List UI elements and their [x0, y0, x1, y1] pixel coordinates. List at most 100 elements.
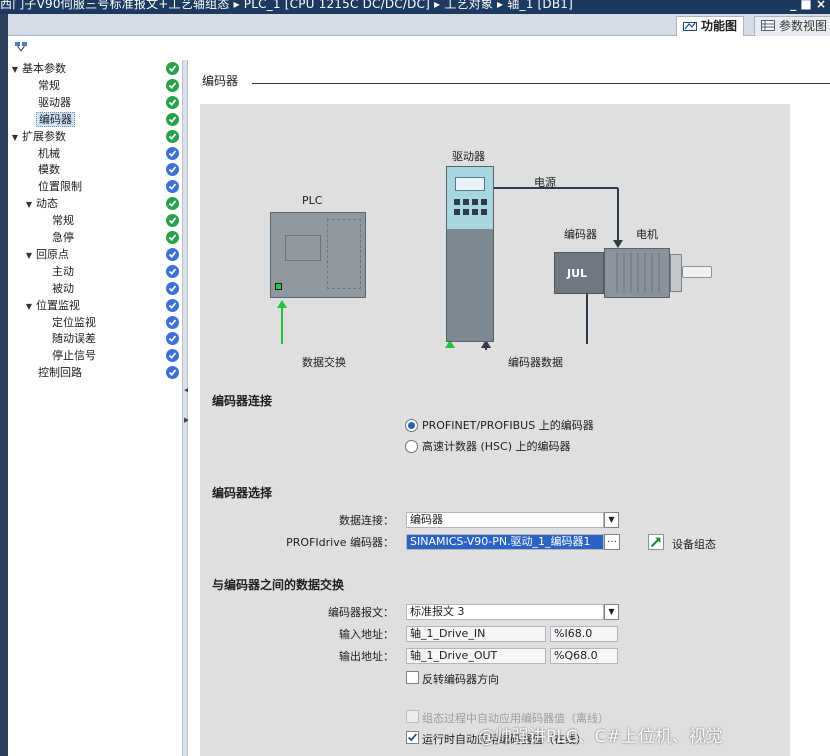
nav-item[interactable]: 随动误差: [8, 330, 182, 347]
radio-button[interactable]: [405, 418, 418, 432]
window-controls[interactable]: _ ■ ×: [790, 0, 826, 11]
telegram-select[interactable]: 标准报文 3: [406, 604, 604, 620]
status-ok-icon: [166, 62, 179, 75]
reverse-encoder-checkbox[interactable]: [406, 671, 419, 684]
status-info-icon: [166, 332, 179, 346]
expand-arrow-icon[interactable]: ▼: [10, 61, 20, 78]
device-config-link[interactable]: 设备组态: [672, 536, 716, 552]
auto-apply-online-checkbox[interactable]: [406, 731, 419, 744]
nav-item[interactable]: ▼ 基本参数: [8, 60, 182, 77]
nav-item[interactable]: ▼ 动态: [8, 195, 182, 212]
nav-item[interactable]: ▼ 位置监视: [8, 297, 182, 314]
nav-item[interactable]: 编码器: [8, 111, 182, 128]
nav-item[interactable]: ▼ 回原点: [8, 246, 182, 263]
nav-item[interactable]: 驱动器: [8, 94, 182, 111]
nav-item-label: 模数: [38, 163, 60, 177]
profidrive-encoder-field[interactable]: SINAMICS-V90-PN.驱动_1_编码器1: [406, 534, 604, 550]
output-tag-field: 轴_1_Drive_OUT: [406, 648, 546, 664]
input-address-label: 输入地址：: [339, 628, 394, 641]
status-ok-icon: [166, 95, 179, 109]
nav-item-label: 编码器: [36, 111, 75, 127]
nav-item-label: 驱动器: [38, 95, 71, 109]
encoder-data-label: 编码器数据: [508, 356, 563, 369]
radio-hsc-encoder[interactable]: 高速计数器 (HSC) 上的编码器: [405, 438, 571, 454]
tab-function-view[interactable]: 功能图: [676, 16, 745, 36]
motor-label: 电机: [636, 228, 658, 241]
tab-parameter-view-label: 参数视图: [779, 19, 828, 33]
status-info-icon: [166, 146, 179, 160]
power-label: 电源: [534, 176, 556, 189]
chevron-down-icon[interactable]: ▼: [604, 604, 619, 620]
status-info-icon: [166, 180, 179, 194]
status-info-icon: [166, 315, 179, 329]
navigation-panel: ▼ 基本参数 常规 驱动器 编码器 ▼ 扩展参数 机械 模数 位置限制 ▼ 动态 常规 急停 ▼ 回原点 主动被…: [8, 36, 182, 756]
input-tag-field: 轴_1_Drive_IN: [406, 626, 546, 642]
expand-arrow-icon[interactable]: ▼: [24, 298, 34, 315]
nav-item[interactable]: 模数: [8, 161, 182, 178]
status-ok-icon: [166, 214, 179, 228]
nav-item-label: 控制回路: [38, 366, 82, 380]
nav-item[interactable]: 机械: [8, 145, 182, 162]
status-info-icon: [166, 349, 179, 363]
nav-item[interactable]: 控制回路: [8, 364, 182, 381]
chevron-down-icon[interactable]: ▼: [604, 512, 619, 528]
expand-arrow-icon[interactable]: ▼: [10, 129, 20, 146]
arrow-link-icon: [650, 537, 661, 548]
motor-image: [604, 248, 670, 298]
browse-button[interactable]: ...: [604, 534, 620, 550]
drive-label: 驱动器: [452, 150, 485, 163]
output-address-label: 输出地址：: [339, 650, 394, 663]
nav-item[interactable]: 急停: [8, 229, 182, 246]
profidrive-encoder-label: PROFIdrive 编码器：: [286, 536, 394, 549]
network-view-icon[interactable]: [14, 41, 28, 53]
device-config-icon[interactable]: [648, 534, 664, 550]
nav-item[interactable]: 停止信号: [8, 347, 182, 364]
encoder-selection-title: 编码器选择: [212, 486, 273, 500]
nav-item[interactable]: ▼ 扩展参数: [8, 128, 182, 145]
status-ok-icon: [166, 231, 179, 244]
nav-item-label: 定位监视: [52, 315, 96, 329]
nav-item[interactable]: 被动: [8, 280, 182, 297]
nav-item[interactable]: 位置限制: [8, 178, 182, 195]
parameter-view-icon: [761, 20, 775, 31]
section-header: 编码器: [202, 74, 239, 88]
status-info-icon: [166, 163, 179, 177]
radio-profinet-encoder[interactable]: PROFINET/PROFIBUS 上的编码器: [405, 417, 594, 433]
nav-toolbar: [8, 36, 182, 60]
output-address-field: %Q68.0: [550, 648, 618, 664]
nav-item-label: 基本参数: [22, 62, 66, 75]
watermark: @帅强讲PLC、C#上位机、视觉: [478, 727, 723, 747]
window-edge: [0, 14, 8, 36]
plc-label: PLC: [302, 194, 323, 207]
status-info-icon: [166, 247, 179, 261]
motor-shaft: [682, 266, 712, 278]
expand-right-icon[interactable]: ▶: [184, 416, 189, 424]
data-exchange-title: 与编码器之间的数据交换: [212, 578, 345, 592]
section-divider: [252, 83, 830, 84]
nav-item[interactable]: 主动: [8, 263, 182, 280]
nav-item[interactable]: 常规: [8, 77, 182, 94]
nav-item-label: 机械: [38, 146, 60, 160]
reverse-encoder-label: 反转编码器方向: [422, 673, 499, 686]
telegram-label: 编码器报文：: [328, 606, 394, 619]
window-left-edge: [0, 36, 8, 756]
status-info-icon: [166, 366, 179, 380]
nav-item-label: 位置监视: [36, 298, 80, 312]
expand-arrow-icon[interactable]: ▼: [24, 196, 34, 213]
nav-item[interactable]: 定位监视: [8, 314, 182, 331]
radio-hsc-label: 高速计数器 (HSC) 上的编码器: [422, 440, 571, 453]
expand-arrow-icon[interactable]: ▼: [24, 247, 34, 264]
encoder-connection-title: 编码器连接: [212, 394, 273, 408]
nav-item-label: 动态: [36, 197, 58, 211]
tab-parameter-view[interactable]: 参数视图: [754, 16, 830, 36]
status-info-icon: [166, 281, 179, 295]
nav-item[interactable]: 常规: [8, 212, 182, 229]
data-connection-select[interactable]: 编码器: [406, 512, 604, 528]
radio-button[interactable]: [405, 439, 418, 453]
nav-item-label: 被动: [52, 281, 74, 295]
collapse-left-icon[interactable]: ◀: [184, 386, 189, 394]
data-connection-label: 数据连接：: [339, 514, 394, 527]
status-ok-icon: [166, 112, 179, 126]
view-tab-bar: 功能图 参数视图: [0, 14, 830, 36]
nav-item-label: 位置限制: [38, 180, 82, 194]
